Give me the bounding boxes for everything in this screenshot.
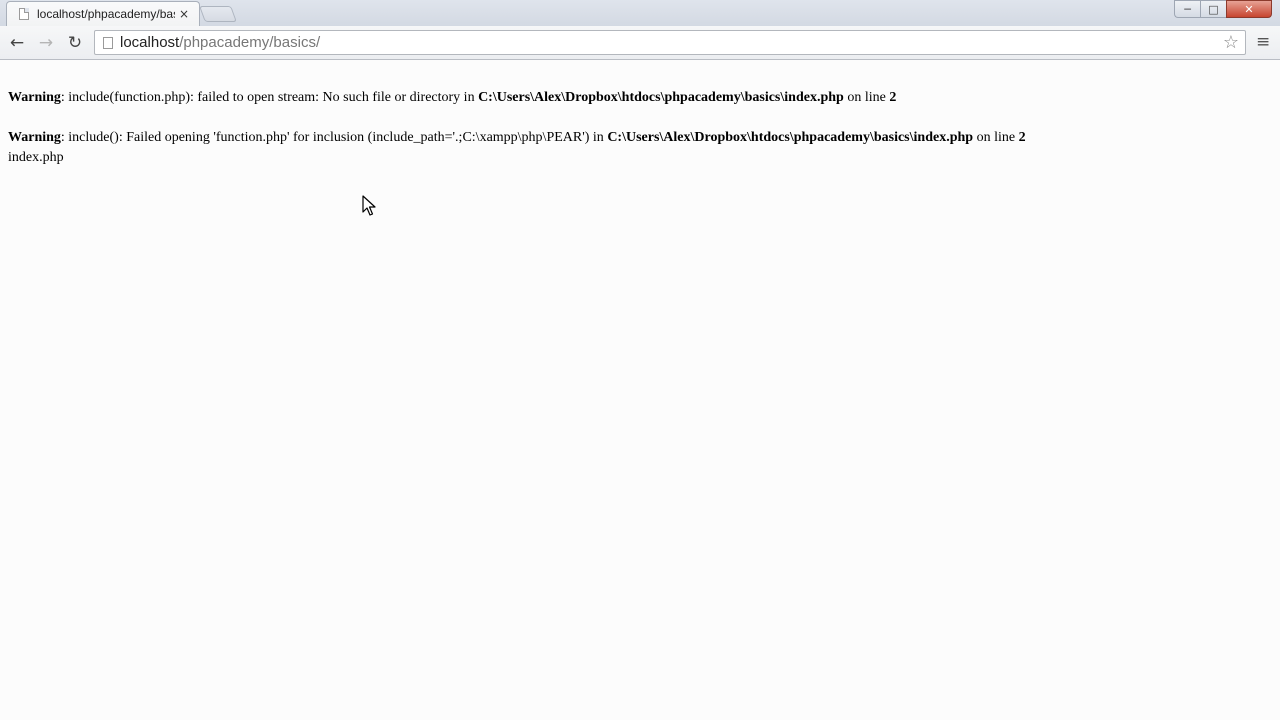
warning-line-text: on line [843,90,890,105]
page-icon [19,8,29,20]
window-controls: ─ □ ✕ [1174,0,1272,18]
menu-icon[interactable]: ≡ [1256,34,1270,51]
browser-toolbar: ← → ↻ localhost/phpacademy/basics/ ☆ ≡ [0,26,1280,60]
php-warning: Warning: include(): Failed opening 'func… [8,128,1272,148]
warning-message: : include(function.php): failed to open … [60,90,479,105]
maximize-button[interactable]: □ [1200,0,1226,18]
close-window-button[interactable]: ✕ [1226,0,1272,18]
page-icon [103,37,113,49]
tab-title: localhost/phpacademy/basics/ [37,7,175,21]
url-path: /phpacademy/basics/ [179,34,321,51]
mouse-cursor-icon [362,195,376,216]
back-button[interactable]: ← [7,33,27,53]
title-bar: localhost/phpacademy/basics/ × ─ □ ✕ [0,0,1280,26]
warning-line-number: 2 [889,90,897,105]
minimize-button[interactable]: ─ [1174,0,1200,18]
page-output: index.php [8,150,64,165]
page-content: Warning: include(function.php): failed t… [8,61,1272,168]
php-warning: Warning: include(function.php): failed t… [8,88,1272,108]
tab-close-icon[interactable]: × [179,8,189,20]
warning-line-text: on line [973,130,1019,145]
browser-tab[interactable]: localhost/phpacademy/basics/ × [6,1,200,26]
warning-file: C:\Users\Alex\Dropbox\htdocs\phpacademy\… [607,130,974,145]
bookmark-star-icon[interactable]: ☆ [1223,32,1239,53]
warning-message: : include(): Failed opening 'function.ph… [60,130,608,145]
address-url[interactable]: localhost/phpacademy/basics/ [120,34,320,51]
forward-button[interactable]: → [36,33,56,53]
new-tab-button[interactable] [199,6,237,22]
warning-label: Warning [8,130,61,145]
url-host: localhost [120,34,180,51]
reload-button[interactable]: ↻ [65,33,85,53]
warning-label: Warning [8,90,61,105]
warning-line-number: 2 [1018,130,1026,145]
address-bar[interactable]: localhost/phpacademy/basics/ ☆ [94,30,1246,55]
warning-file: C:\Users\Alex\Dropbox\htdocs\phpacademy\… [478,90,844,105]
